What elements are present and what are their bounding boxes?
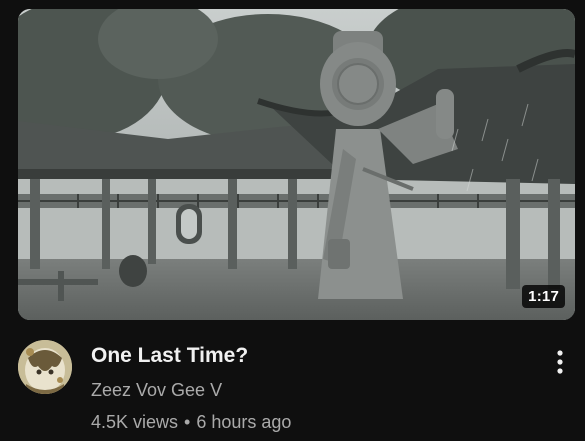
upload-age: 6 hours ago [196, 412, 292, 432]
video-card: 1:17 One Last Time? Zeez Vov Gee V 4.5K … [0, 0, 585, 441]
video-details: One Last Time? Zeez Vov Gee V 4.5K views… [91, 341, 521, 435]
more-vert-icon [557, 350, 563, 374]
separator-dot: • [184, 412, 191, 432]
more-options-button[interactable] [546, 344, 574, 380]
thumbnail-image [18, 9, 575, 320]
avatar-image [18, 340, 72, 394]
video-thumbnail[interactable]: 1:17 [18, 9, 575, 320]
channel-name[interactable]: Zeez Vov Gee V [91, 377, 521, 403]
video-stats: 4.5K views • 6 hours ago [91, 409, 521, 435]
channel-avatar[interactable] [18, 340, 72, 394]
video-title[interactable]: One Last Time? [91, 341, 521, 371]
view-count: 4.5K views [91, 412, 179, 432]
duration-badge: 1:17 [522, 285, 565, 308]
